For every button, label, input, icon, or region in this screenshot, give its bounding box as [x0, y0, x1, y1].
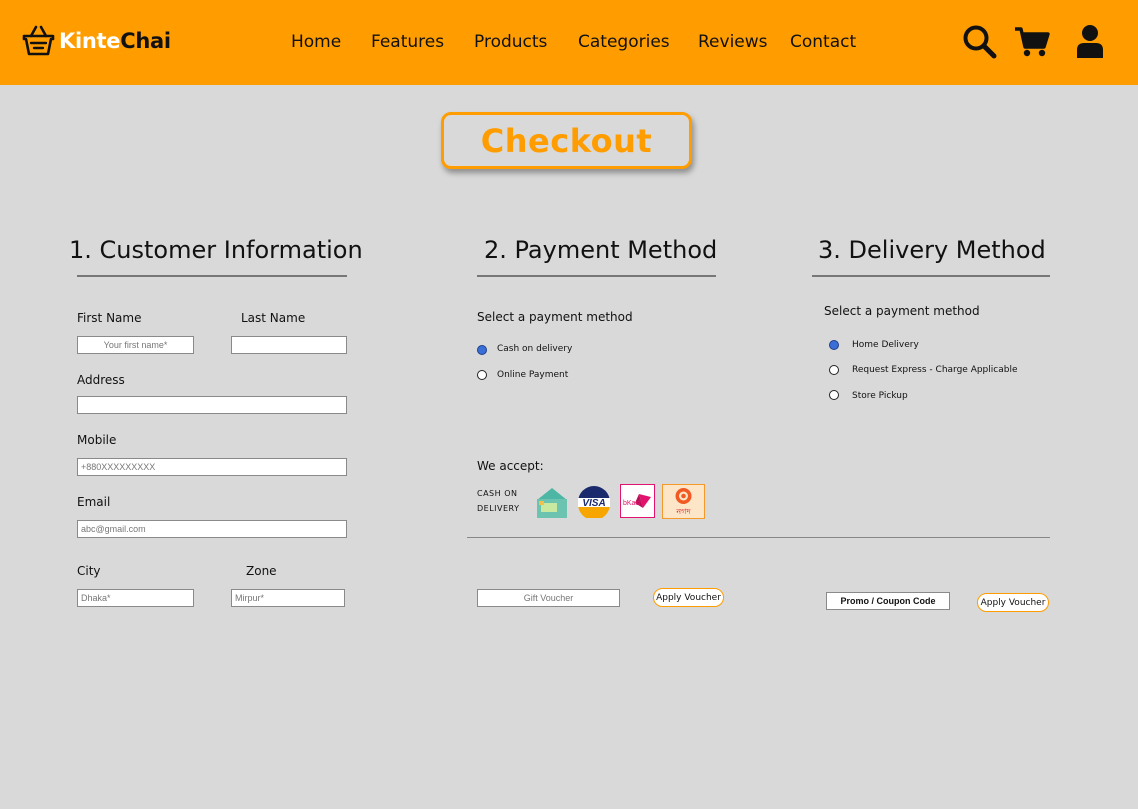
customer-title-divider [77, 275, 347, 277]
cod-text-line1: CASH ON [477, 489, 518, 498]
apply-gift-voucher-button[interactable]: Apply Voucher [653, 588, 724, 607]
page-title: Checkout [480, 121, 653, 160]
nav-reviews[interactable]: Reviews [698, 32, 768, 52]
bkash-text: bKash [623, 500, 643, 507]
mobile-input[interactable]: +880XXXXXXXXX [77, 458, 347, 476]
section-divider [467, 537, 1050, 538]
radio-online-payment[interactable] [477, 370, 487, 380]
address-input[interactable] [77, 396, 347, 414]
nav-contact[interactable]: Contact [790, 32, 856, 52]
payment-title-divider [477, 275, 716, 277]
nav-categories[interactable]: Categories [578, 32, 670, 52]
option-store-pickup: Store Pickup [852, 391, 908, 401]
first-name-label: First Name [77, 311, 142, 325]
apply-promo-voucher-button[interactable]: Apply Voucher [977, 593, 1049, 612]
we-accept-label: We accept: [477, 459, 544, 473]
cod-text-line2: DELIVERY [477, 504, 520, 513]
delivery-title-divider [812, 275, 1050, 277]
visa-text: VISA [582, 498, 605, 509]
option-cash-on-delivery: Cash on delivery [497, 344, 573, 354]
user-icon[interactable] [1075, 24, 1105, 58]
payment-method-title: 2. Payment Method [484, 236, 718, 264]
search-icon[interactable] [962, 24, 998, 60]
logo-text-chai: Chai [120, 28, 171, 53]
radio-home-delivery[interactable] [829, 340, 839, 350]
customer-info-title: 1. Customer Information [69, 236, 363, 264]
first-name-input[interactable]: Your first name* [77, 336, 194, 354]
basket-icon [22, 25, 55, 56]
nav-products[interactable]: Products [474, 32, 547, 52]
promo-code-input[interactable]: Promo / Coupon Code [826, 592, 950, 610]
address-label: Address [77, 373, 125, 387]
delivery-select-label: Select a payment method [824, 304, 980, 318]
mobile-label: Mobile [77, 433, 117, 447]
last-name-label: Last Name [241, 311, 306, 325]
nav-features[interactable]: Features [371, 32, 444, 52]
visa-icon: VISA [578, 486, 610, 518]
last-name-input[interactable] [231, 336, 347, 354]
gift-voucher-input[interactable]: Gift Voucher [477, 589, 620, 607]
radio-cash-on-delivery[interactable] [477, 345, 487, 355]
cash-on-delivery-icon [537, 488, 567, 518]
nagad-icon: নগদ [662, 484, 705, 519]
city-label: City [77, 564, 101, 578]
page-title-box: Checkout [441, 112, 692, 169]
radio-store-pickup[interactable] [829, 390, 839, 400]
option-online-payment: Online Payment [497, 370, 569, 380]
nav-home[interactable]: Home [291, 32, 341, 52]
payment-select-label: Select a payment method [477, 310, 633, 324]
brand-logo[interactable]: KinteChai [22, 24, 171, 57]
zone-input[interactable]: Mirpur* [231, 589, 345, 607]
nagad-text: নগদ [675, 507, 691, 516]
option-home-delivery: Home Delivery [852, 340, 919, 350]
logo-text-kinte: Kinte [59, 28, 121, 53]
radio-request-express[interactable] [829, 365, 839, 375]
option-request-express: Request Express - Charge Applicable [852, 365, 1018, 375]
bkash-icon: bKash [620, 484, 655, 518]
zone-label: Zone [246, 564, 277, 578]
email-label: Email [77, 495, 111, 509]
email-input[interactable]: abc@gmail.com [77, 520, 347, 538]
delivery-method-title: 3. Delivery Method [818, 236, 1046, 264]
cart-icon[interactable] [1014, 26, 1050, 58]
city-input[interactable]: Dhaka* [77, 589, 194, 607]
cod-text: CASH ON DELIVERY [477, 486, 520, 516]
